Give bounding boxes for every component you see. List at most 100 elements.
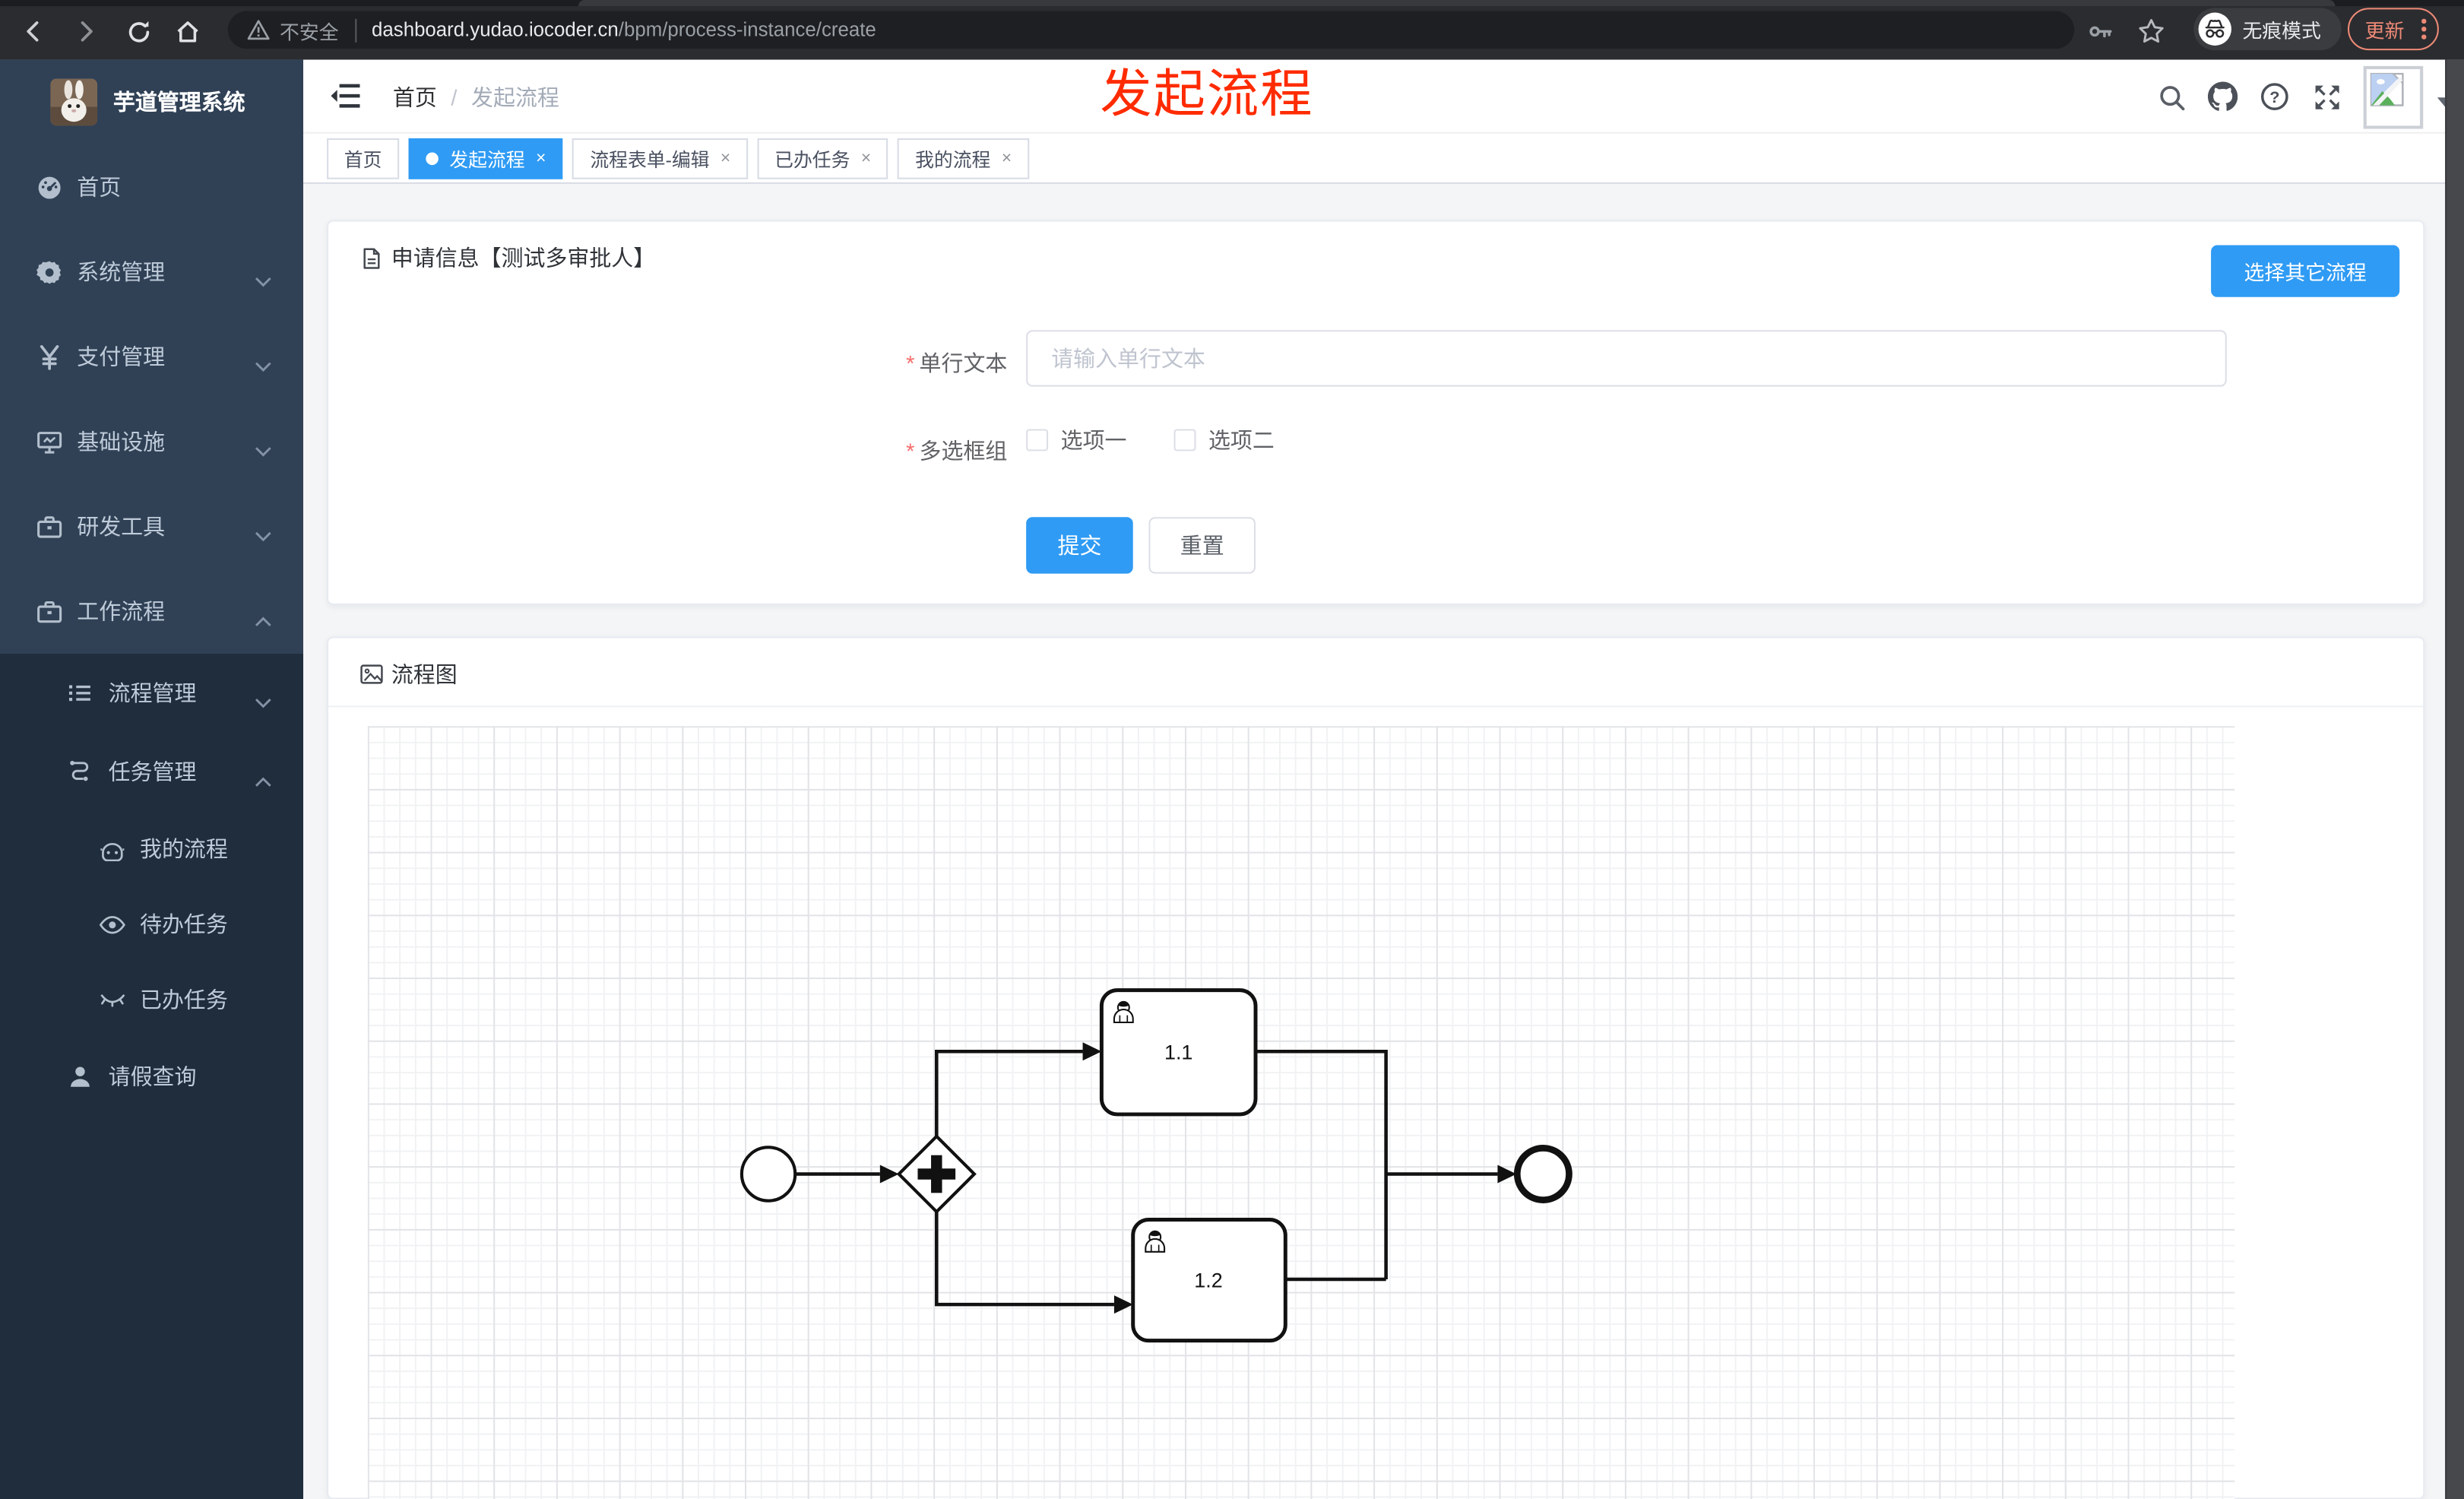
omnibox-divider: [354, 17, 356, 42]
browser-menu-dots-icon[interactable]: [2422, 19, 2427, 40]
tab-label: 发起流程: [449, 148, 525, 171]
update-button[interactable]: 更新: [2347, 8, 2439, 51]
bookmark-star-icon[interactable]: [2134, 14, 2168, 49]
single-line-text-input[interactable]: [1026, 330, 2227, 387]
sidebar-item-process-management[interactable]: 流程管理: [0, 654, 303, 732]
tab-done-tasks[interactable]: 已办任务 ×: [757, 138, 888, 179]
briefcase-icon: [34, 512, 62, 540]
sidebar-item-done-tasks[interactable]: 已办任务: [0, 962, 303, 1037]
breadcrumb-home[interactable]: 首页: [393, 81, 437, 112]
reset-button[interactable]: 重置: [1148, 517, 1256, 574]
sidebar-item-label: 已办任务: [140, 987, 228, 1013]
sidebar-item-workflow[interactable]: 工作流程: [0, 569, 303, 654]
sidebar-item-label: 首页: [77, 174, 122, 200]
briefcase-icon: [34, 597, 62, 626]
tab-label: 我的流程: [915, 148, 991, 171]
select-other-process-button[interactable]: 选择其它流程: [2211, 245, 2400, 297]
sidebar-fold-icon[interactable]: [330, 82, 361, 110]
sidebar-item-label: 工作流程: [77, 598, 166, 624]
update-label[interactable]: 更新: [2365, 14, 2405, 44]
yen-icon: [34, 343, 62, 371]
forward-button[interactable]: [69, 14, 103, 49]
sidebar-item-task-management[interactable]: 任务管理: [0, 733, 303, 811]
card-header-divider: [328, 705, 2424, 708]
incognito-badge: 无痕模式: [2193, 8, 2342, 51]
password-key-icon[interactable]: [2084, 14, 2118, 49]
avatar[interactable]: [2363, 65, 2424, 129]
checkbox-option-1[interactable]: 选项一: [1026, 424, 1126, 455]
sidebar-item-label: 支付管理: [77, 344, 166, 369]
sidebar-item-infrastructure[interactable]: 基础设施: [0, 399, 303, 484]
tab-start-process[interactable]: 发起流程 ×: [408, 138, 564, 179]
tab-label: 流程表单-编辑: [590, 148, 710, 171]
browser-chrome: 不安全 dashboard.yudao.iocoder.cn/bpm/proce…: [0, 0, 2464, 60]
sidebar-item-label: 任务管理: [108, 759, 197, 784]
fullscreen-icon[interactable]: [2311, 82, 2341, 112]
page-scrollbar[interactable]: [2445, 59, 2464, 1499]
close-icon[interactable]: ×: [1002, 149, 1012, 167]
apply-info-card: 申请信息【测试多审批人】 选择其它流程 *单行文本 *多选框组: [327, 220, 2425, 606]
chevron-up-icon: [255, 767, 272, 792]
sidebar-item-dev-tools[interactable]: 研发工具: [0, 484, 303, 569]
breadcrumb: 首页 / 发起流程: [393, 60, 559, 134]
logo-image: [50, 78, 98, 126]
back-button[interactable]: [16, 14, 50, 49]
chevron-down-icon: [255, 521, 272, 547]
close-icon[interactable]: ×: [536, 149, 546, 167]
checkbox-option-2[interactable]: 选项二: [1173, 424, 1275, 455]
sidebar-item-todo-tasks[interactable]: 待办任务: [0, 886, 303, 962]
tab-my-process[interactable]: 我的流程 ×: [898, 138, 1029, 179]
sidebar-item-leave-query[interactable]: 请假查询: [0, 1038, 303, 1116]
bpmn-end-event: [1513, 1145, 1572, 1203]
picture-icon: [359, 664, 383, 686]
chevron-down-icon: [255, 267, 272, 292]
robot-face-icon: [97, 835, 125, 863]
bpmn-canvas[interactable]: 1.1 1.2: [367, 726, 2235, 1499]
browser-tabstrip: [0, 0, 2464, 7]
gear-icon: [34, 258, 62, 286]
sidebar-item-label: 流程管理: [108, 680, 197, 706]
url-bar[interactable]: 不安全 dashboard.yudao.iocoder.cn/bpm/proce…: [227, 11, 2075, 49]
incognito-icon: [2198, 12, 2231, 46]
tree-list-icon: [66, 679, 94, 707]
bpmn-diagram: 1.1 1.2: [740, 988, 1572, 1343]
dashboard-icon: [34, 173, 62, 201]
refresh-button[interactable]: [121, 14, 155, 49]
breadcrumb-separator: /: [451, 84, 458, 109]
tab-process-form-edit[interactable]: 流程表单-编辑 ×: [572, 138, 748, 179]
checkbox-icon[interactable]: [1026, 429, 1049, 452]
help-icon[interactable]: ?: [2260, 82, 2289, 112]
document-icon: [359, 246, 383, 270]
tab-label: 已办任务: [774, 148, 850, 171]
broken-image-icon: [2370, 72, 2404, 106]
app-logo-row[interactable]: 芋道管理系统: [0, 60, 303, 145]
sidebar-item-label: 我的流程: [140, 835, 228, 862]
task-label: 1.2: [1194, 1269, 1222, 1291]
flow-branch-icon: [66, 758, 94, 786]
sidebar-item-home[interactable]: 首页: [0, 144, 303, 230]
person-icon: [66, 1063, 94, 1091]
sidebar-item-system[interactable]: 系统管理: [0, 230, 303, 315]
card-title: 申请信息【测试多审批人】: [359, 242, 655, 273]
breadcrumb-current: 发起流程: [471, 84, 559, 109]
github-icon[interactable]: [2207, 81, 2238, 112]
sidebar-item-my-process[interactable]: 我的流程: [0, 811, 303, 886]
flow-diagram-card: 流程图 1.1 1.2: [327, 636, 2425, 1499]
security-label[interactable]: 不安全: [280, 15, 339, 45]
search-icon[interactable]: [2156, 82, 2186, 112]
close-icon[interactable]: ×: [861, 149, 871, 167]
red-annotation-text: 发起流程: [1100, 64, 1314, 123]
submit-button[interactable]: 提交: [1026, 517, 1133, 574]
tab-home[interactable]: 首页: [327, 138, 400, 179]
checkbox-icon[interactable]: [1173, 429, 1196, 452]
close-icon[interactable]: ×: [721, 149, 730, 167]
home-button[interactable]: [169, 14, 204, 49]
workflow-submenu: 流程管理 任务管理 我的流程 待办任务 已办任务 请假查询: [0, 654, 304, 1499]
sidebar-item-label: 系统管理: [77, 259, 166, 285]
page-header: 首页 / 发起流程 ?: [303, 59, 2464, 134]
sidebar-item-label: 研发工具: [77, 514, 166, 540]
sidebar-item-label: 待办任务: [140, 911, 228, 937]
task-label: 1.1: [1164, 1041, 1192, 1064]
checkbox-group: 选项一 选项二: [1026, 424, 1275, 455]
sidebar-item-payment[interactable]: 支付管理: [0, 315, 303, 400]
